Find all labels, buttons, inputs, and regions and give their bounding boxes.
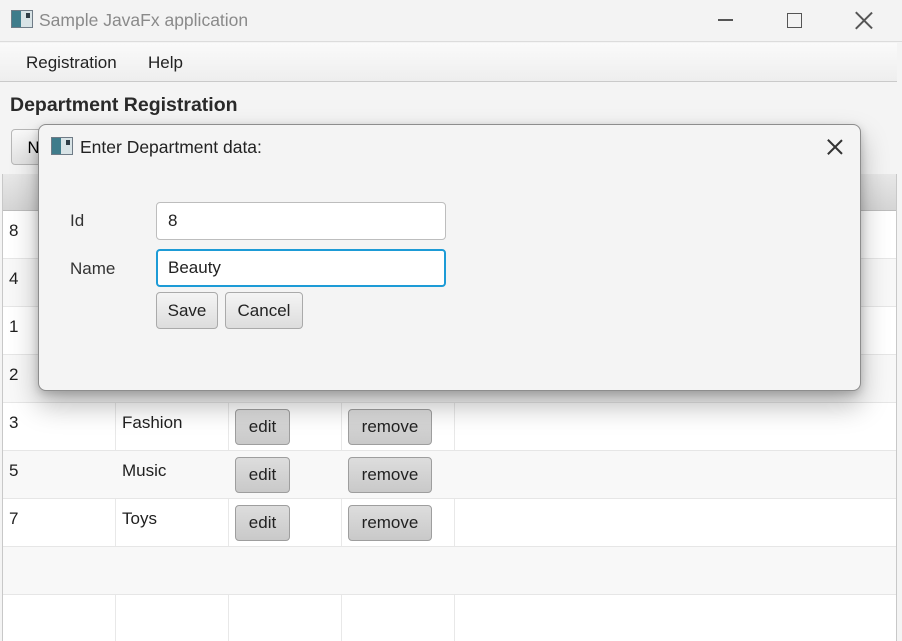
table-row: 5 Music edit remove xyxy=(3,451,896,499)
window-titlebar: Sample JavaFx application xyxy=(0,0,902,42)
window-title: Sample JavaFx application xyxy=(39,10,249,30)
department-name-cell: Music xyxy=(122,461,167,480)
maximize-button[interactable] xyxy=(766,0,822,40)
department-name-cell: Toys xyxy=(122,509,157,528)
department-id-cell: 4 xyxy=(9,269,19,288)
minimize-button[interactable] xyxy=(697,0,753,40)
java-window-icon xyxy=(11,10,33,28)
maximize-icon xyxy=(786,12,802,28)
department-id-cell: 2 xyxy=(9,365,19,384)
menu-registration[interactable]: Registration xyxy=(26,53,117,73)
dialog-title: Enter Department data: xyxy=(80,137,262,157)
menu-help[interactable]: Help xyxy=(148,53,183,73)
department-id-cell: 1 xyxy=(9,317,19,336)
empty-table-row xyxy=(3,595,896,641)
table-row: 7 Toys edit remove xyxy=(3,499,896,547)
close-icon xyxy=(826,137,844,155)
department-id-cell: 8 xyxy=(9,221,19,240)
remove-button[interactable]: remove xyxy=(348,409,432,445)
close-window-button[interactable] xyxy=(836,0,892,40)
edit-button[interactable]: edit xyxy=(235,409,290,445)
page-title: Department Registration xyxy=(10,94,238,116)
department-name-cell: Fashion xyxy=(122,413,183,432)
dialog-close-button[interactable] xyxy=(821,134,849,158)
name-label: Name xyxy=(70,259,116,278)
close-icon xyxy=(855,11,873,29)
department-id-cell: 3 xyxy=(9,413,19,432)
department-data-dialog: Enter Department data: Id Name Save Canc… xyxy=(38,124,861,391)
remove-button[interactable]: remove xyxy=(348,457,432,493)
department-id-cell: 7 xyxy=(9,509,19,528)
id-label: Id xyxy=(70,211,85,230)
empty-table-row xyxy=(3,547,896,595)
save-button[interactable]: Save xyxy=(156,292,218,329)
edit-button[interactable]: edit xyxy=(235,505,290,541)
id-field[interactable] xyxy=(156,202,446,240)
minimize-icon xyxy=(717,19,733,21)
name-field[interactable] xyxy=(156,249,446,287)
remove-button[interactable]: remove xyxy=(348,505,432,541)
java-window-icon xyxy=(51,137,73,155)
department-id-cell: 5 xyxy=(9,461,19,480)
edit-button[interactable]: edit xyxy=(235,457,290,493)
menu-bar: Registration Help xyxy=(0,43,897,82)
table-row: 3 Fashion edit remove xyxy=(3,403,896,451)
cancel-button[interactable]: Cancel xyxy=(225,292,303,329)
